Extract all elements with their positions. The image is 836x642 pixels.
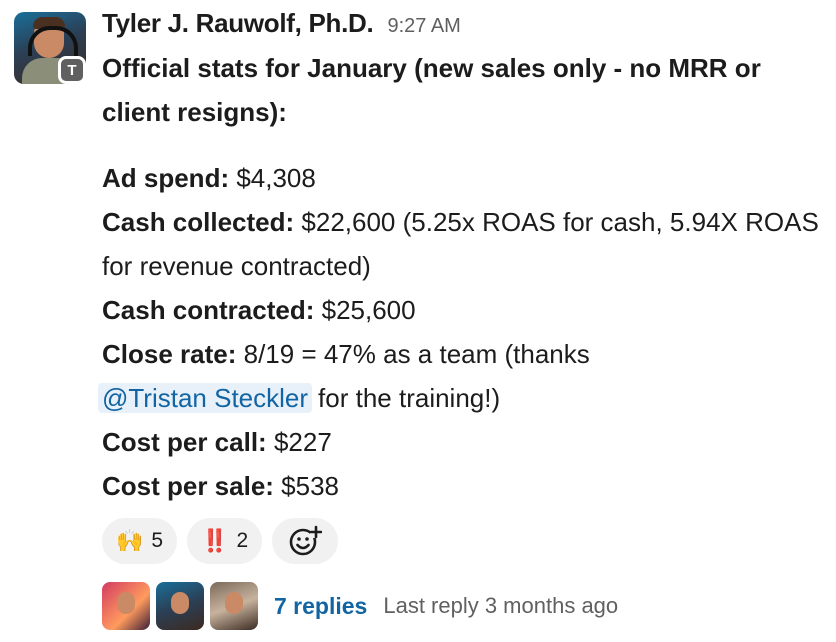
double-exclamation-icon: ‼️ [201,528,229,554]
sender-avatar-container[interactable]: T [14,12,86,84]
sender-name[interactable]: Tyler J. Rauwolf, Ph.D. [102,8,374,39]
reaction-count: 2 [236,529,249,552]
replies-link[interactable]: 7 replies [274,593,367,620]
reply-avatar[interactable] [156,582,204,630]
reaction-double-exclamation[interactable]: ‼️ 2 [187,518,263,564]
stat-label: Close rate: [102,339,237,369]
stat-cost-per-sale: Cost per sale: $538 [102,464,822,508]
stat-value: $227 [266,427,332,457]
message-body: Official stats for January (new sales on… [98,46,822,508]
stat-label: Cost per call: [102,427,267,457]
stat-cash-collected: Cash collected: $22,600 (5.25x ROAS for … [102,200,822,288]
add-reaction-button[interactable] [272,518,339,564]
reaction-raised-hands[interactable]: 🙌 5 [102,518,178,564]
reactions-bar: 🙌 5 ‼️ 2 [102,518,822,564]
stat-label: Cash collected: [102,207,295,237]
message-intro: Official stats for January (new sales on… [102,53,761,127]
stat-close-rate: Close rate: 8/19 = 47% as a team (thanks… [98,332,822,420]
raised-hands-icon: 🙌 [116,528,144,554]
avatar-badge: T [58,56,86,84]
reaction-count: 5 [151,529,164,552]
message-timestamp[interactable]: 9:27 AM [387,15,460,38]
reply-avatar[interactable] [102,582,150,630]
stat-label: Ad spend: [102,163,230,193]
stat-cash-contracted: Cash contracted: $25,600 [102,288,822,332]
reply-avatar[interactable] [210,582,258,630]
user-mention[interactable]: @Tristan Steckler [98,383,313,413]
message-content: Tyler J. Rauwolf, Ph.D. 9:27 AM Official… [98,8,822,630]
stat-value: $4,308 [229,163,316,193]
stat-label: Cash contracted: [102,295,315,325]
stat-value: $538 [273,471,340,501]
stat-ad-spend: Ad spend: $4,308 [102,156,822,200]
last-reply-text: Last reply 3 months ago [383,593,619,618]
thread-summary[interactable]: 7 replies Last reply 3 months ago [102,582,822,630]
stat-value: $25,600 [314,295,416,325]
stat-cost-per-call: Cost per call: $227 [102,420,822,464]
stat-value: 8/19 = 47% as a team (thanks [236,339,590,369]
stat-value-continued: for the training!) [318,383,501,413]
add-reaction-icon [289,525,323,556]
stat-label: Cost per sale: [102,471,274,501]
message-header: Tyler J. Rauwolf, Ph.D. 9:27 AM [102,8,822,46]
